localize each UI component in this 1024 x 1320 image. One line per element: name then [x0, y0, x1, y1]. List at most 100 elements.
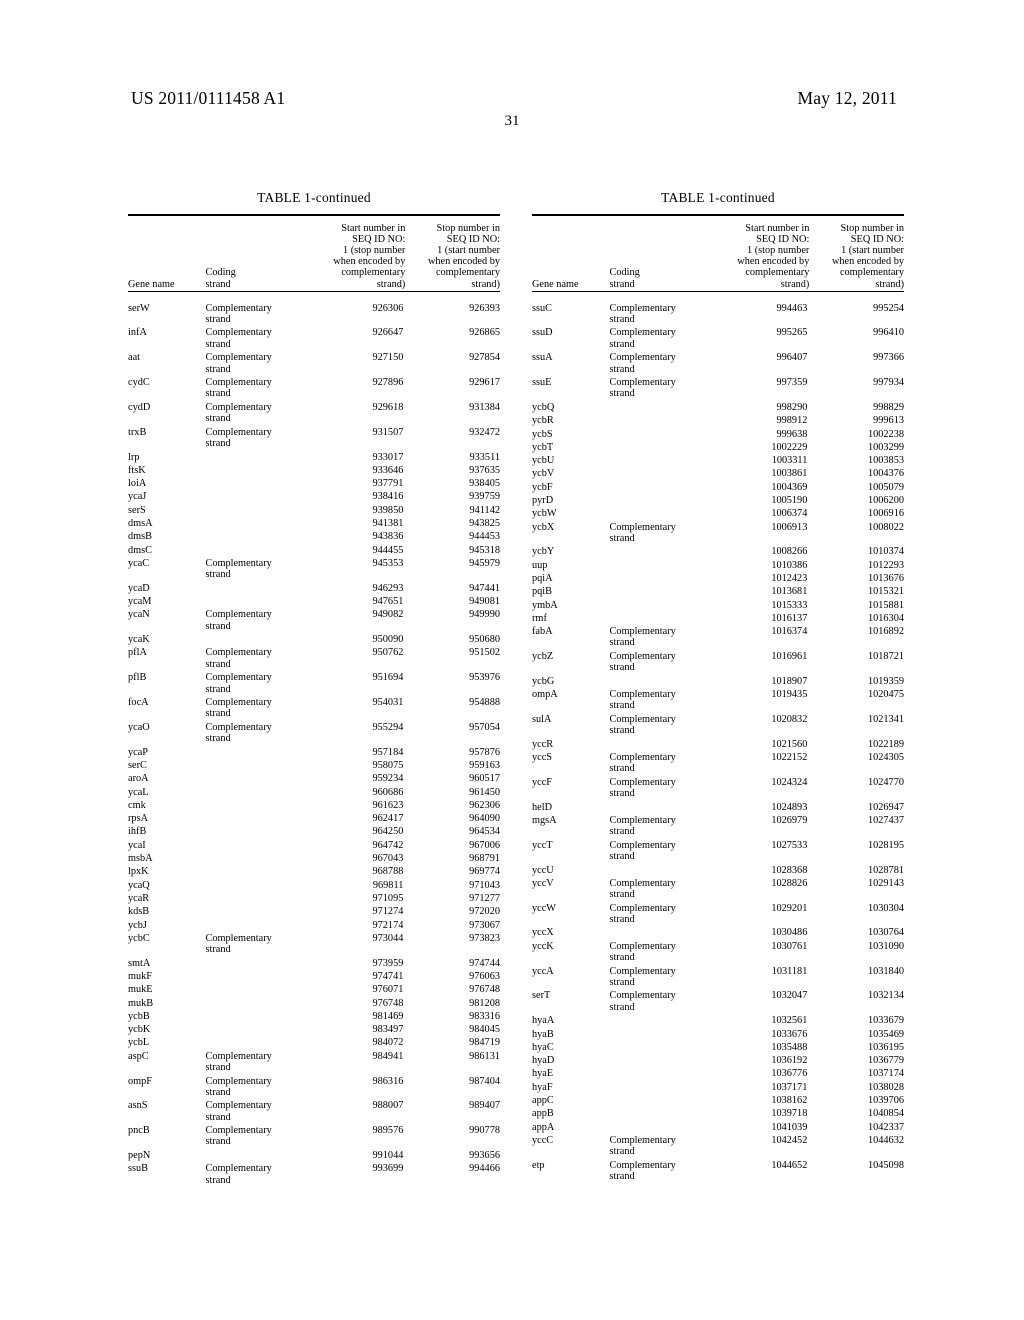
cell-gene-name: ycaM	[128, 596, 152, 608]
table-row: yccT Complementary strand 1027533 1028195	[532, 838, 904, 863]
table-row: ycaP 957184 957876	[128, 744, 500, 758]
cell-stop-number: 941142	[469, 504, 500, 516]
table-row: pflB Complementary strand 951694 953976	[128, 670, 500, 695]
complementary-strand-line-1: Complementary	[205, 1100, 272, 1112]
complementary-strand-line-2: strand	[609, 313, 635, 325]
complementary-strand-label: Complementary strand	[609, 714, 712, 737]
cell-stop-number: 954888	[469, 697, 500, 709]
cell-coding-strand: Complementary strand	[609, 297, 712, 326]
left-table-head: Gene name Coding strand Start number in …	[128, 214, 500, 297]
cell-gene-name: kdsB	[128, 906, 150, 918]
page-number: 31	[504, 113, 520, 129]
cell-start-number: 946293	[372, 582, 404, 594]
cell-start-number: 943836	[372, 531, 404, 543]
complementary-strand-label: Complementary strand	[609, 377, 712, 400]
cell-stop-number: 1045098	[867, 1159, 904, 1171]
table-row: ycbW 1006374 1006916	[532, 506, 904, 519]
right-table-caption: TABLE 1-continued	[661, 190, 775, 205]
cell-coding-strand: Complementary strand	[609, 939, 712, 964]
cell-start-number: 964742	[372, 839, 404, 851]
complementary-strand-label: Complementary strand	[609, 303, 712, 326]
table-row: appA 1041039 1042337	[532, 1119, 904, 1133]
cell-start-number: 1016137	[771, 612, 808, 624]
cell-gene-name: ycbQ	[532, 401, 555, 413]
cell-start-number: 933017	[372, 451, 404, 463]
cell-gene-name: appA	[532, 1121, 555, 1133]
cell-coding-strand: Complementary strand	[609, 813, 712, 838]
cell-coding-strand: Complementary strand	[609, 712, 712, 737]
cell-stop-number: 1040854	[867, 1108, 904, 1120]
cell-start-number: 991044	[372, 1149, 404, 1161]
cell-start-number: 999638	[776, 428, 808, 440]
cell-stop-number: 933511	[469, 451, 500, 463]
table-row: mukF 974741 976063	[128, 969, 500, 982]
rule	[128, 214, 500, 223]
cell-start-number: 1030761	[771, 940, 808, 952]
cell-start-number: 1029201	[771, 902, 808, 914]
cell-coding-strand	[609, 544, 712, 557]
complementary-strand-line-2: strand	[609, 700, 635, 712]
complementary-strand-line-1: Complementary	[609, 650, 676, 662]
publication-date: May 12, 2011	[797, 88, 897, 108]
cell-start-number: 1021560	[771, 738, 808, 750]
complementary-strand-line-1: Complementary	[609, 776, 676, 788]
complementary-strand-line-1: Complementary	[609, 521, 676, 533]
complementary-strand-label: Complementary strand	[609, 651, 712, 674]
cell-coding-strand	[205, 463, 308, 476]
cell-stop-number: 949081	[469, 596, 500, 608]
cell-gene-name: aspC	[128, 1050, 149, 1062]
cell-stop-number: 932472	[469, 426, 500, 438]
cell-coding-strand	[205, 784, 308, 797]
header-gene-name-lines: Gene name	[128, 279, 205, 290]
complementary-strand-label: Complementary strand	[609, 626, 712, 649]
cell-coding-strand	[205, 449, 308, 462]
cell-gene-name: ycaK	[128, 634, 150, 646]
complementary-strand-label: Complementary strand	[205, 402, 308, 425]
cell-gene-name: yccX	[532, 927, 554, 939]
cell-coding-strand: Complementary strand	[609, 1158, 712, 1183]
cell-stop-number: 997366	[873, 352, 904, 364]
cell-start-number: 973959	[372, 957, 404, 969]
cell-start-number: 1012423	[771, 572, 808, 584]
complementary-strand-line-2: strand	[609, 952, 635, 964]
header-gene-name-text: Gene name	[532, 278, 579, 290]
table-row: etp Complementary strand 1044652 1045098	[532, 1158, 904, 1183]
cell-stop-number: 1035469	[867, 1028, 904, 1040]
cell-coding-strand: Complementary strand	[205, 1049, 308, 1074]
cell-coding-strand	[609, 1080, 712, 1093]
complementary-strand-line-2: strand	[609, 1001, 635, 1013]
cell-coding-strand	[609, 1066, 712, 1079]
complementary-strand-line-2: strand	[609, 913, 635, 925]
cell-stop-number: 1028195	[867, 839, 904, 851]
cell-gene-name: ssuC	[532, 302, 553, 314]
header-stop-line-3: 1 (start number	[437, 245, 500, 257]
cell-coding-strand: Complementary strand	[205, 1123, 308, 1148]
cell-gene-name: serC	[128, 759, 147, 771]
header-coding-strand-lines: Coding strand	[205, 267, 308, 289]
table-row: mgsA Complementary strand 1026979 1027437	[532, 813, 904, 838]
complementary-strand-line-1: Complementary	[609, 877, 676, 889]
cell-coding-strand	[205, 838, 308, 851]
cell-coding-strand: Complementary strand	[205, 645, 308, 670]
cell-coding-strand	[609, 1026, 712, 1039]
cell-coding-strand	[205, 632, 308, 645]
cell-start-number: 1036192	[771, 1055, 808, 1067]
cell-gene-name: fabA	[532, 626, 553, 638]
cell-gene-name: ycbZ	[532, 650, 554, 662]
table-row: ycbC Complementary strand 973044 973823	[128, 931, 500, 956]
cell-coding-strand: Complementary strand	[609, 750, 712, 775]
cell-gene-name: ycbS	[532, 428, 553, 440]
cell-coding-strand	[609, 597, 712, 610]
header-start-line-3: 1 (stop number	[343, 245, 406, 257]
cell-stop-number: 1037174	[867, 1068, 904, 1080]
table-row: rpsA 962417 964090	[128, 811, 500, 824]
table-row: ycaL 960686 961450	[128, 784, 500, 798]
cell-stop-number: 938405	[469, 478, 500, 490]
cell-stop-number: 976748	[469, 984, 500, 996]
cell-gene-name: hyaD	[532, 1055, 555, 1067]
cell-stop-number: 1015321	[867, 586, 904, 598]
cell-coding-strand: Complementary strand	[609, 963, 712, 988]
cell-gene-name: yccA	[532, 965, 554, 977]
cell-gene-name: mukF	[128, 970, 153, 982]
table-row: aroA 959234 960517	[128, 771, 500, 784]
